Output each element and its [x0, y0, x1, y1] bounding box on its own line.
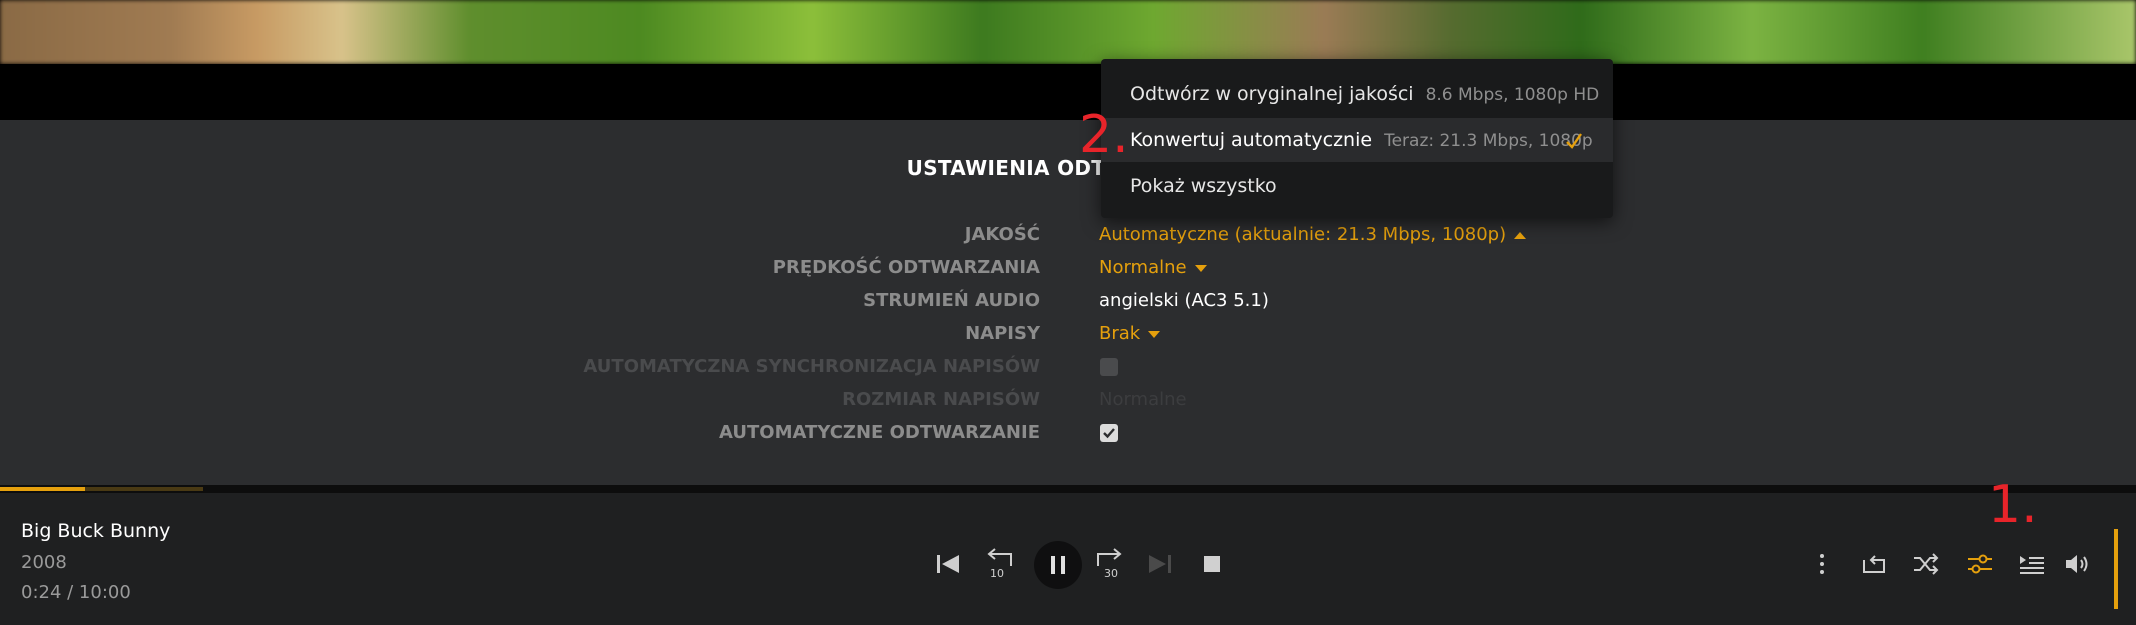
caret-down-icon [1194, 264, 1207, 272]
subsize-value: Normalne [1099, 389, 1187, 410]
subtitles-row: NAPISY Brak [0, 319, 2136, 349]
menu-item-convert-automatically[interactable]: Konwertuj automatycznie Teraz: 21.3 Mbps,… [1101, 118, 1613, 162]
menu-item-sub: Teraz: 21.3 Mbps, 1080p [1384, 131, 1593, 151]
autoplay-label: AUTOMATYCZNE ODTWARZANIE [719, 422, 1040, 443]
caret-down-icon [1148, 330, 1161, 338]
menu-item-label: Odtwórz w oryginalnej jakości [1130, 83, 1414, 105]
audio-label: STRUMIEŃ AUDIO [863, 290, 1040, 311]
volume-button[interactable] [2060, 546, 2096, 582]
more-vertical-icon [1820, 554, 1824, 574]
progress-played [0, 487, 86, 491]
settings-sliders-icon [1968, 554, 1992, 574]
quality-menu: Odtwórz w oryginalnej jakości 8.6 Mbps, 1… [1101, 59, 1613, 218]
menu-item-label: Konwertuj automatycznie [1130, 129, 1373, 151]
media-year: 2008 [21, 552, 67, 573]
annotation-step-1: 1. [1988, 475, 2038, 535]
audio-row: STRUMIEŃ AUDIO angielski (AC3 5.1) [0, 286, 2136, 316]
rewind-10-icon: 10 [987, 548, 1012, 580]
subsync-label: AUTOMATYCZNA SYNCHRONIZACJA NAPISÓW [583, 356, 1040, 377]
settings-title: USTAWIENIA ODTWARZANIA [906, 156, 1230, 180]
subsize-label: ROZMIAR NAPISÓW [842, 389, 1040, 410]
autoplay-checkbox[interactable] [1100, 424, 1118, 442]
speed-label: PRĘDKOŚĆ ODTWARZANIA [772, 257, 1040, 278]
quality-value: Automatyczne (aktualnie: 21.3 Mbps, 1080… [1099, 224, 1507, 245]
speed-value: Normalne [1099, 257, 1187, 278]
svg-text:30: 30 [1104, 567, 1118, 580]
stop-button[interactable] [1194, 546, 1230, 582]
autoplay-row: AUTOMATYCZNE ODTWARZANIE [0, 418, 2136, 448]
menu-item-show-all[interactable]: Pokaż wszystko [1101, 164, 1613, 208]
stop-icon [1204, 556, 1220, 572]
shuffle-icon [1914, 553, 1939, 575]
speed-row: PRĘDKOŚĆ ODTWARZANIA Normalne [0, 253, 2136, 283]
repeat-button[interactable] [1856, 546, 1892, 582]
repeat-icon [1863, 555, 1885, 573]
menu-item-original-quality[interactable]: Odtwórz w oryginalnej jakości 8.6 Mbps, 1… [1101, 72, 1613, 116]
skip-next-button[interactable] [1142, 546, 1178, 582]
forward-30-button[interactable]: 30 [1090, 546, 1126, 582]
volume-icon [2066, 555, 2088, 573]
progress-bar[interactable] [0, 485, 2136, 493]
skip-previous-button[interactable] [930, 546, 966, 582]
playlist-button[interactable] [2014, 546, 2050, 582]
subtitles-dropdown[interactable]: Brak [1099, 319, 1161, 349]
subsync-row: AUTOMATYCZNA SYNCHRONIZACJA NAPISÓW [0, 352, 2136, 382]
subtitles-label: NAPISY [965, 323, 1040, 344]
annotation-step-2: 2. [1079, 105, 1129, 165]
pause-icon [1051, 556, 1065, 574]
playback-settings-button[interactable] [1962, 546, 1998, 582]
skip-previous-icon [937, 555, 959, 573]
rewind-10-button[interactable]: 10 [983, 546, 1019, 582]
menu-item-label: Pokaż wszystko [1130, 175, 1277, 197]
quality-row: JAKOŚĆ Automatyczne (aktualnie: 21.3 Mbp… [0, 220, 2136, 250]
subtitles-value: Brak [1099, 323, 1141, 344]
media-title[interactable]: Big Buck Bunny [21, 520, 170, 542]
svg-text:10: 10 [990, 567, 1004, 580]
video-letterbox [0, 64, 2136, 120]
playlist-icon [2020, 556, 2044, 574]
more-options-button[interactable] [1804, 546, 1840, 582]
quality-label: JAKOŚĆ [964, 224, 1040, 245]
forward-30-icon: 30 [1097, 548, 1122, 580]
media-time: 0:24 / 10:00 [21, 582, 131, 603]
quality-dropdown[interactable]: Automatyczne (aktualnie: 21.3 Mbps, 1080… [1099, 220, 1527, 250]
volume-slider[interactable] [2114, 529, 2118, 609]
subsize-row: ROZMIAR NAPISÓW Normalne [0, 385, 2136, 415]
skip-next-icon [1149, 555, 1171, 573]
player-control-bar: Big Buck Bunny 2008 0:24 / 10:00 10 30 [0, 493, 2136, 625]
video-frame[interactable] [0, 0, 2136, 64]
shuffle-button[interactable] [1908, 546, 1944, 582]
pause-button[interactable] [1034, 541, 1082, 589]
checkmark-icon [1103, 428, 1115, 439]
caret-up-icon [1514, 231, 1527, 239]
playback-settings-panel: USTAWIENIA ODTWARZANIA JAKOŚĆ Automatycz… [0, 120, 2136, 488]
audio-value: angielski (AC3 5.1) [1099, 290, 1269, 311]
menu-item-sub: 8.6 Mbps, 1080p HD [1425, 85, 1600, 105]
subsync-checkbox [1100, 358, 1118, 376]
checkmark-icon [1565, 118, 1583, 162]
speed-dropdown[interactable]: Normalne [1099, 253, 1207, 283]
